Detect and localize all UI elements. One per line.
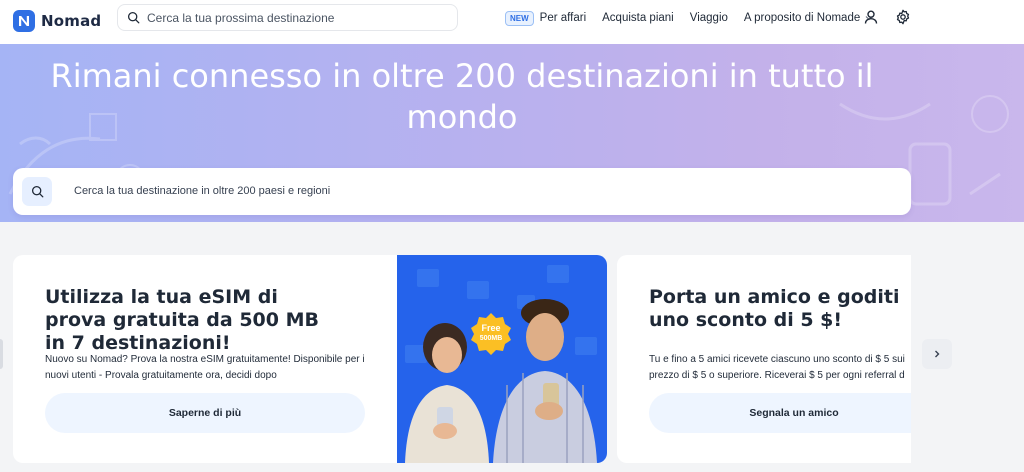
promo-card-description: Nuovo su Nomad? Prova la nostra eSIM gra… [45,354,365,381]
nomad-logo-text: Nomad [41,12,102,30]
nomad-logo-icon [13,10,35,32]
referral-card-title: Porta un amico e goditi uno sconto di 5 … [649,286,900,331]
referral-card-description: Tu e fino a 5 amici ricevete ciascuno un… [649,352,911,384]
prev-slide-button[interactable] [0,339,3,369]
free-500mb-badge: Free 500MB [468,312,514,358]
referral-description-line-1: Tu e fino a 5 amici ricevete ciascuno un… [649,354,905,365]
chevron-right-icon [935,350,940,358]
promo-card-referral: Porta un amico e goditi uno sconto di 5 … [617,255,911,463]
destination-search-placeholder: Cerca la tua destinazione in oltre 200 p… [74,185,331,197]
main-nav: NEW Per affari Acquista piani Viaggio A … [505,9,874,27]
search-icon [127,11,140,24]
destination-search-input[interactable]: Cerca la tua destinazione in oltre 200 p… [13,168,911,215]
nav-travel[interactable]: Viaggio [690,12,728,24]
badge-line-1: Free [481,323,501,333]
promo-image: Free 500MB [397,255,607,463]
hero-banner: Rimani connesso in oltre 200 destinazion… [0,44,1024,222]
nav-buy-plans[interactable]: Acquista piani [602,12,674,24]
nav-about[interactable]: A proposito di Nomade [744,12,860,24]
user-icon[interactable] [862,8,880,26]
top-search-input[interactable]: Cerca la tua prossima destinazione [117,4,458,31]
badge-line-2: 500MB [479,335,503,342]
promo-card-title: Utilizza la tua eSIM di prova gratuita d… [45,286,319,354]
top-search-placeholder: Cerca la tua prossima destinazione [147,10,335,25]
promo-card-free-esim: Utilizza la tua eSIM di prova gratuita d… [13,255,607,463]
nav-business[interactable]: Per affari [540,12,586,24]
next-slide-button[interactable] [922,339,952,369]
search-icon [22,177,52,206]
top-header: Nomad Cerca la tua prossima destinazione… [0,0,1024,44]
learn-more-button[interactable]: Saperne di più [45,393,365,433]
nomad-logo[interactable]: Nomad [12,9,101,33]
new-badge: NEW [505,10,534,26]
gear-icon[interactable] [894,8,912,26]
hero-title: Rimani connesso in oltre 200 destinazion… [50,57,874,136]
referral-description-line-2: prezzo di $ 5 o superiore. Riceverai $ 5… [649,370,905,381]
promo-illustration [405,265,597,463]
refer-friend-button[interactable]: Segnala un amico [649,393,911,433]
